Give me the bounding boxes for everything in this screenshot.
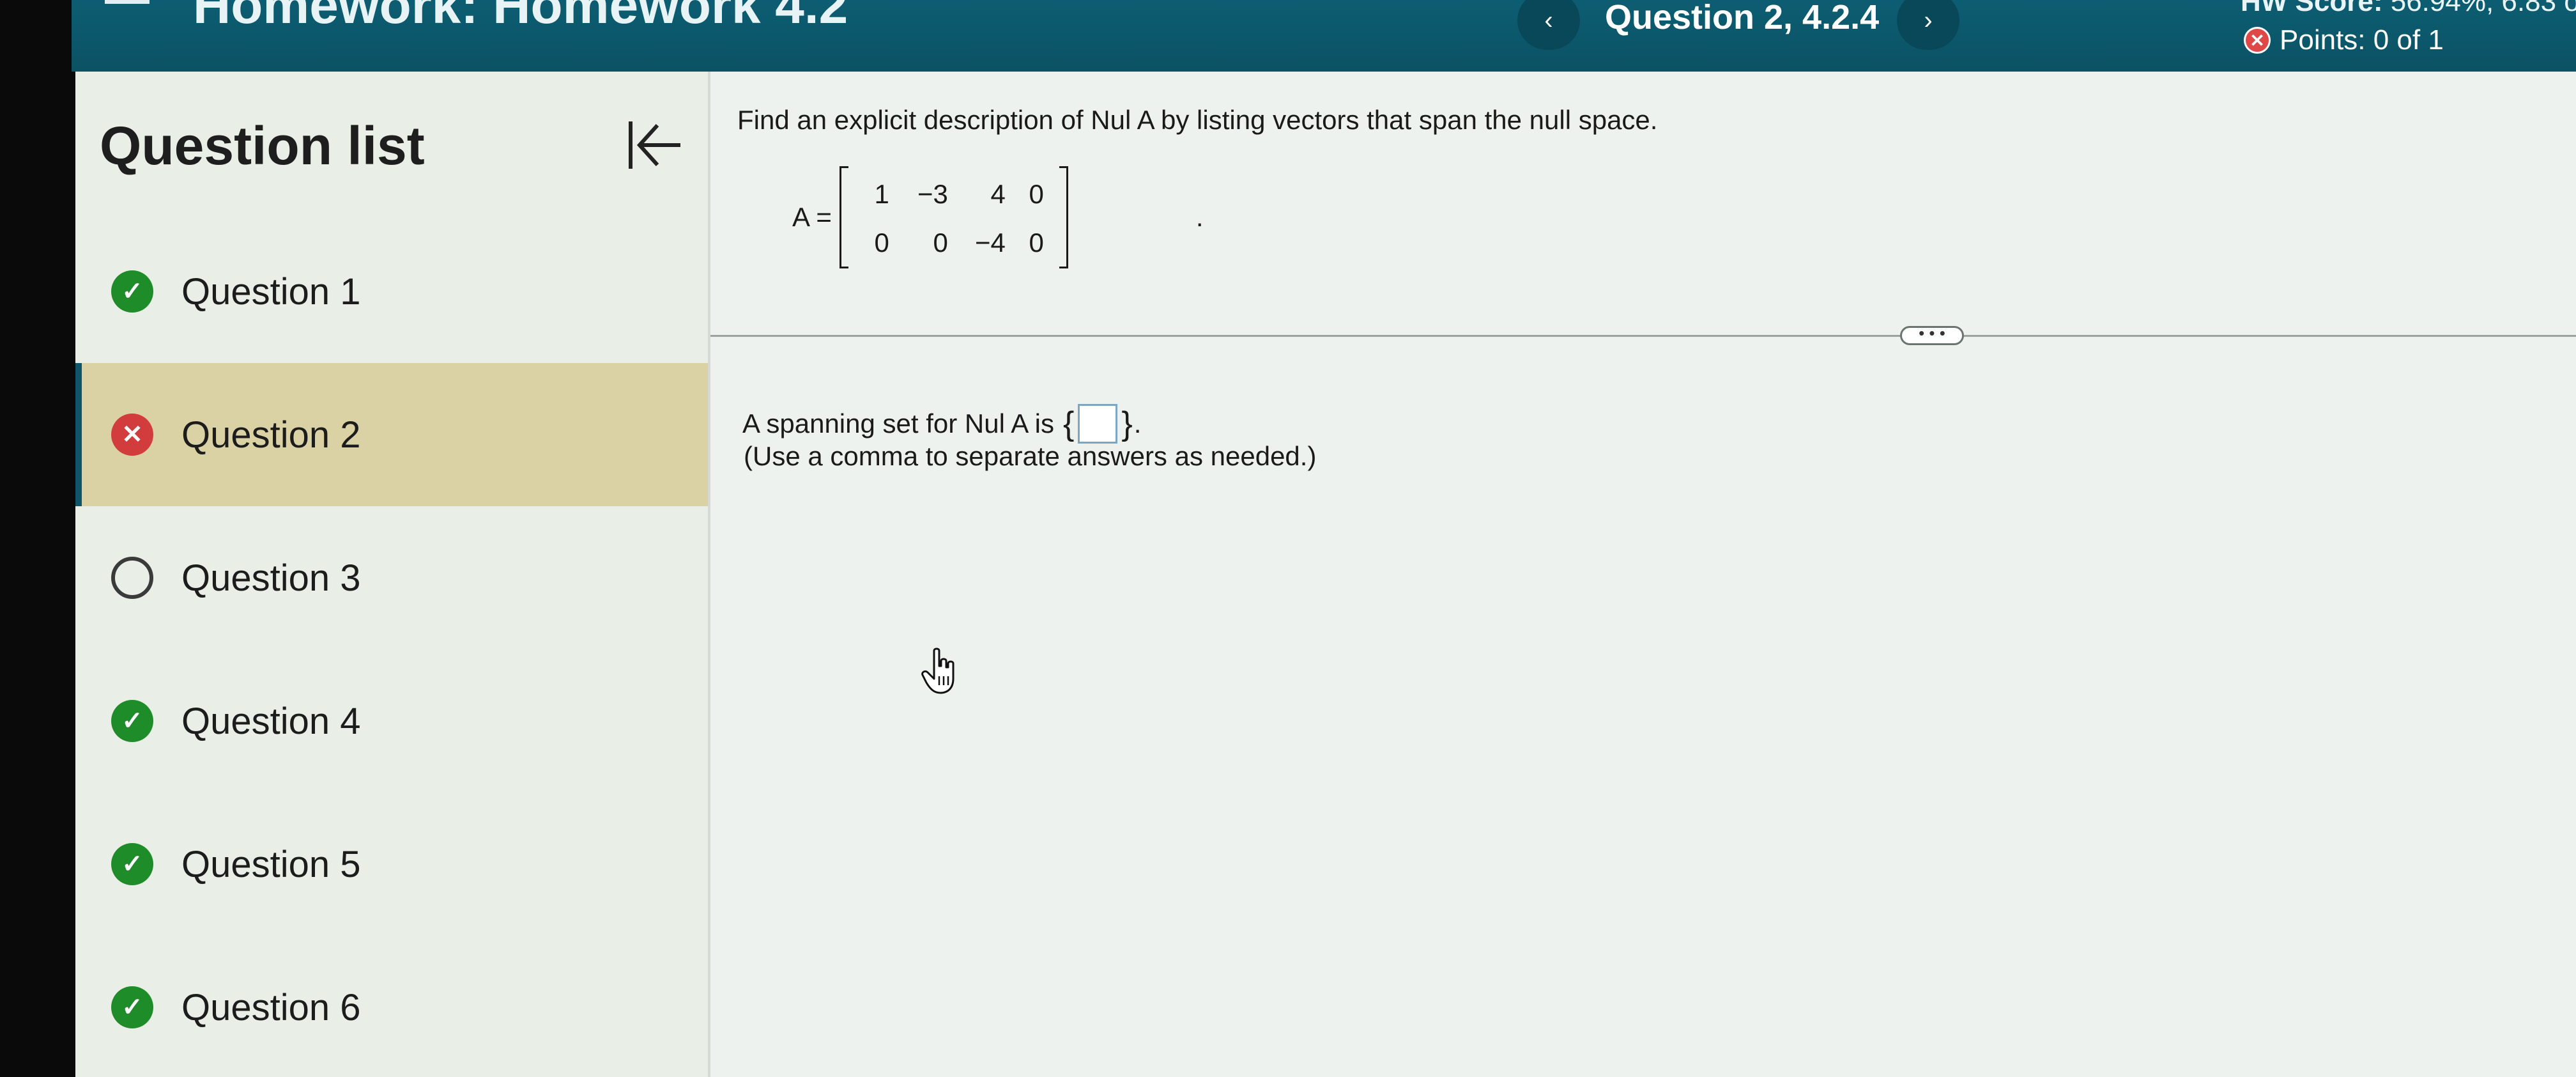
hand-pointer-icon <box>921 647 954 694</box>
open-brace: { <box>1062 405 1075 442</box>
question-label: Question 2 <box>181 414 361 456</box>
close-brace: } <box>1121 405 1133 442</box>
question-list-panel: Question list ✓ Question 1 ✕ Question 2 … <box>75 72 710 1077</box>
answer-prefix: A spanning set for Nul A is <box>742 408 1054 438</box>
question-label: Question 4 <box>181 700 361 742</box>
collapse-left-icon[interactable] <box>622 116 686 174</box>
question-item-4[interactable]: ✓ Question 4 <box>75 649 708 793</box>
question-item-6[interactable]: ✓ Question 6 <box>75 936 708 1077</box>
device-bezel <box>0 0 75 1077</box>
matrix-cell: 1 <box>874 179 889 209</box>
matrix-cell: −3 <box>917 179 948 209</box>
section-divider <box>710 335 2576 337</box>
question-item-1[interactable]: ✓ Question 1 <box>75 220 708 363</box>
check-circle-icon: ✓ <box>111 270 153 313</box>
homework-title: Homework: Homework 4.2 <box>193 0 848 35</box>
question-content: Find an explicit description of Nul A by… <box>710 72 2576 1077</box>
matrix-cell: 0 <box>874 228 889 258</box>
matrix-label: A = <box>792 202 832 232</box>
menu-icon[interactable] <box>105 0 150 4</box>
matrix-cell: 0 <box>1029 228 1044 258</box>
check-circle-icon: ✓ <box>111 843 153 885</box>
question-label: Question 6 <box>181 986 361 1028</box>
points-label: Points: 0 of 1 <box>2280 24 2444 56</box>
hw-score-label: HW Score: <box>2241 0 2383 17</box>
answer-line: A spanning set for Nul A is { } . <box>742 404 1141 444</box>
x-circle-icon: ✕ <box>111 414 153 456</box>
question-item-2[interactable]: ✕ Question 2 <box>75 363 708 506</box>
matrix-cell: 0 <box>933 228 948 258</box>
question-item-5[interactable]: ✓ Question 5 <box>75 793 708 936</box>
question-title: Question 2, 4.2.4 <box>1605 0 1880 36</box>
answer-input[interactable] <box>1078 404 1118 444</box>
question-label: Question 1 <box>181 270 361 313</box>
points-row: ✕ Points: 0 of 1 <box>2244 24 2444 56</box>
answer-hint: (Use a comma to separate answers as need… <box>744 441 1317 471</box>
previous-question-button[interactable]: ‹ <box>1517 0 1580 50</box>
question-item-3[interactable]: Question 3 <box>75 506 708 649</box>
check-circle-icon: ✓ <box>111 986 153 1028</box>
matrix-right-bracket <box>1059 166 1068 268</box>
next-question-button[interactable]: › <box>1897 0 1959 50</box>
matrix: 1 −3 4 0 0 0 −4 0 <box>839 166 1068 268</box>
empty-circle-icon <box>111 557 153 599</box>
question-prompt: Find an explicit description of Nul A by… <box>737 105 1658 135</box>
matrix-cell: 0 <box>1029 179 1044 209</box>
top-header-bar: Homework: Homework 4.2 ‹ Question 2, 4.2… <box>72 0 2576 72</box>
question-label: Question 5 <box>181 843 361 885</box>
hw-score-value: 56.94%, 6.83 of 12 po <box>2390 0 2576 17</box>
matrix-definition: A = 1 −3 4 0 0 0 −4 0 . <box>792 166 1204 268</box>
answer-suffix: . <box>1133 408 1142 438</box>
check-circle-icon: ✓ <box>111 700 153 742</box>
question-list-heading: Question list <box>100 116 425 176</box>
matrix-period: . <box>1195 202 1204 232</box>
x-circle-icon: ✕ <box>2244 27 2271 54</box>
hw-score: HW Score: 56.94%, 6.83 of 12 po <box>2241 0 2576 18</box>
screen: Homework: Homework 4.2 ‹ Question 2, 4.2… <box>0 0 2576 1077</box>
question-label: Question 3 <box>181 557 361 599</box>
more-options-button[interactable]: • • • <box>1900 325 1964 345</box>
